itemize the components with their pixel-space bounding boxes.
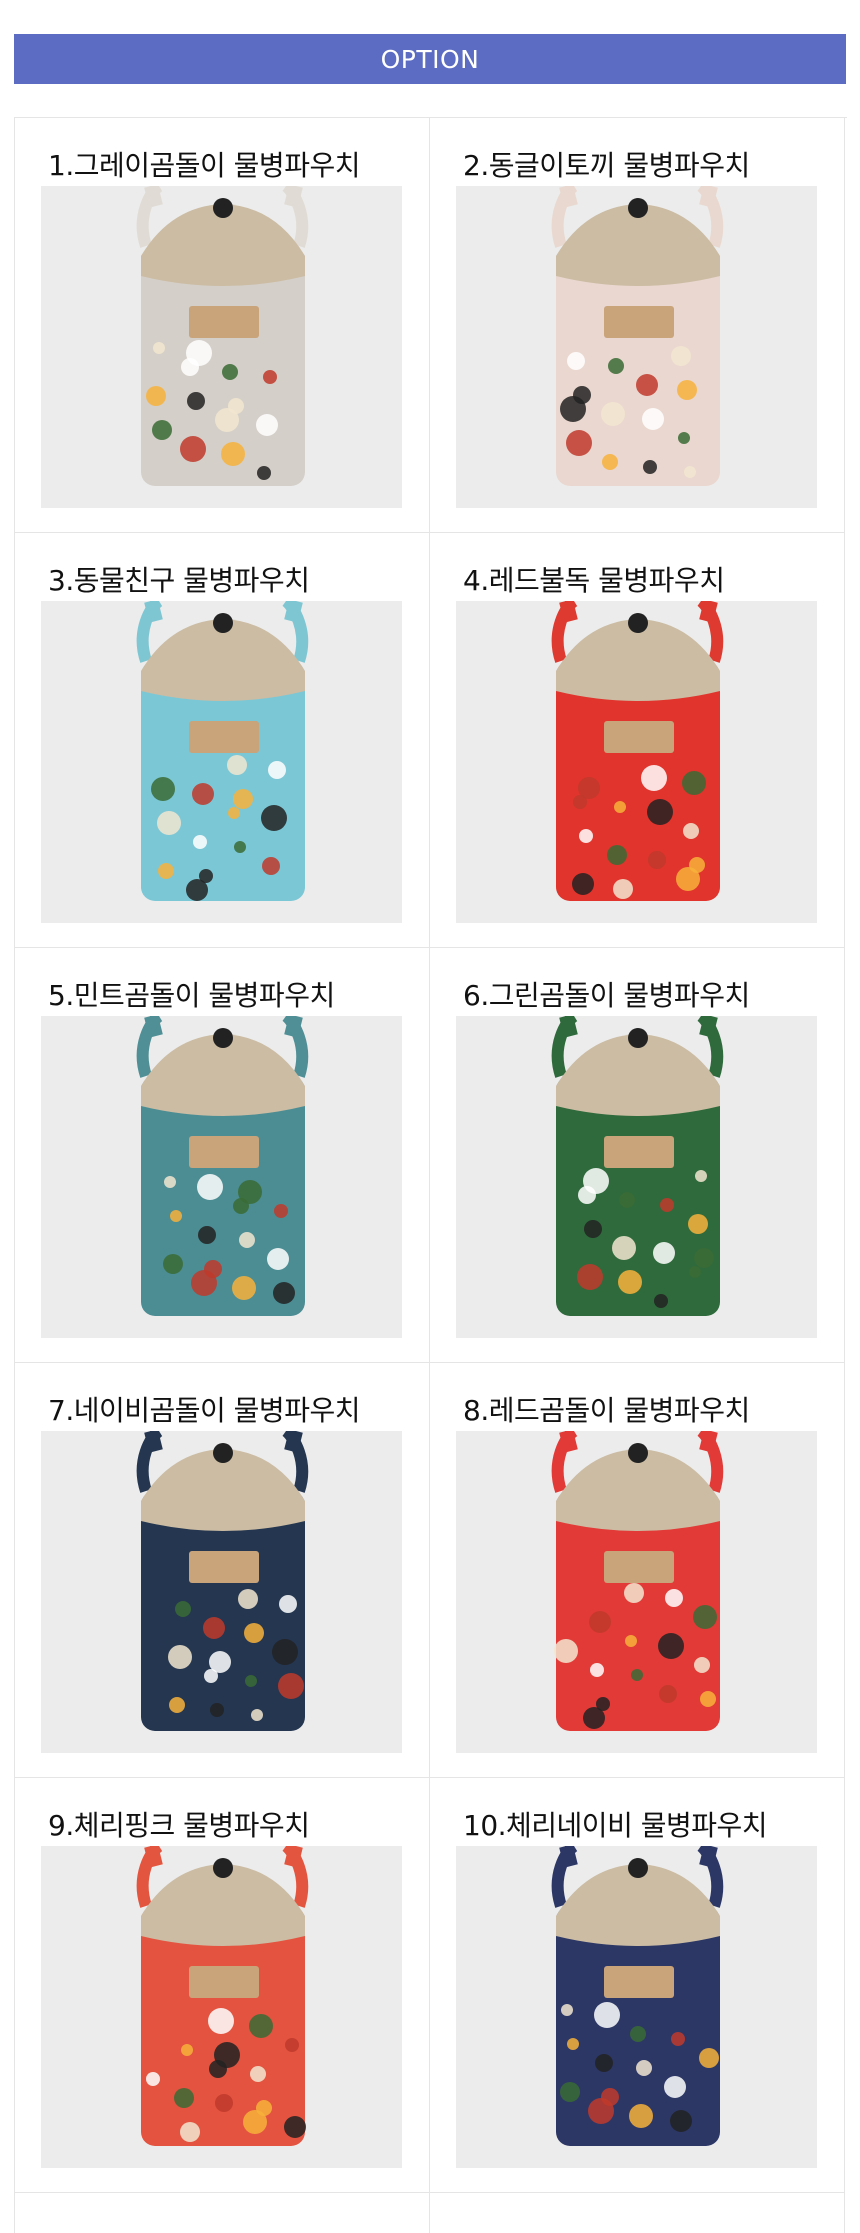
option-label: 9.체리핑크 물병파우치 — [48, 1809, 310, 1842]
option-photo[interactable] — [41, 1016, 402, 1338]
option-card-empty — [430, 2193, 845, 2233]
pouch-illustration — [41, 601, 402, 923]
option-header: OPTION — [14, 34, 846, 84]
option-card[interactable]: 9.체리핑크 물병파우치 — [15, 1778, 430, 2193]
option-photo[interactable] — [456, 1016, 817, 1338]
pouch-illustration — [456, 186, 817, 508]
option-card[interactable]: 7.네이비곰돌이 물병파우치 — [15, 1363, 430, 1778]
option-photo[interactable] — [456, 1846, 817, 2168]
option-card[interactable]: 6.그린곰돌이 물병파우치 — [430, 948, 845, 1363]
option-title: OPTION — [380, 44, 480, 74]
option-photo[interactable] — [41, 1846, 402, 2168]
option-card[interactable]: 3.동물친구 물병파우치 — [15, 533, 430, 948]
option-card[interactable]: 10.체리네이비 물병파우치 — [430, 1778, 845, 2193]
option-label: 3.동물친구 물병파우치 — [48, 564, 310, 597]
pouch-illustration — [41, 1016, 402, 1338]
option-row: 9.체리핑크 물병파우치 10.체리네이비 물병파우치 — [15, 1778, 847, 2193]
option-card[interactable]: 5.민트곰돌이 물병파우치 — [15, 948, 430, 1363]
pouch-illustration — [41, 1431, 402, 1753]
option-photo[interactable] — [41, 1431, 402, 1753]
option-label: 5.민트곰돌이 물병파우치 — [48, 979, 335, 1012]
option-row: 5.민트곰돌이 물병파우치 6.그린곰돌이 물병파우치 — [15, 948, 847, 1363]
option-row: 1.그레이곰돌이 물병파우치 2.동글이토끼 물병파우치 — [15, 118, 847, 533]
pouch-illustration — [456, 601, 817, 923]
option-row-partial — [15, 2193, 847, 2233]
option-photo[interactable] — [41, 601, 402, 923]
option-photo[interactable] — [41, 186, 402, 508]
pouch-illustration — [41, 1846, 402, 2168]
option-label: 4.레드불독 물병파우치 — [463, 564, 725, 597]
option-label: 10.체리네이비 물병파우치 — [463, 1809, 768, 1842]
option-card-empty — [15, 2193, 430, 2233]
option-card[interactable]: 2.동글이토끼 물병파우치 — [430, 118, 845, 533]
option-photo[interactable] — [456, 1431, 817, 1753]
option-label: 2.동글이토끼 물병파우치 — [463, 149, 750, 182]
option-card[interactable]: 1.그레이곰돌이 물병파우치 — [15, 118, 430, 533]
pouch-illustration — [456, 1846, 817, 2168]
option-label: 7.네이비곰돌이 물병파우치 — [48, 1394, 360, 1427]
option-label: 1.그레이곰돌이 물병파우치 — [48, 149, 360, 182]
option-row: 3.동물친구 물병파우치 4.레드불독 물병파우치 — [15, 533, 847, 948]
pouch-illustration — [41, 186, 402, 508]
pouch-illustration — [456, 1431, 817, 1753]
option-row: 7.네이비곰돌이 물병파우치 8.레드곰돌이 물병파우치 — [15, 1363, 847, 1778]
option-label: 8.레드곰돌이 물병파우치 — [463, 1394, 750, 1427]
option-photo[interactable] — [456, 186, 817, 508]
option-grid: 1.그레이곰돌이 물병파우치 2.동글이토끼 물병파우치 3.동물친구 물병파우치 4… — [14, 117, 847, 2233]
option-card[interactable]: 8.레드곰돌이 물병파우치 — [430, 1363, 845, 1778]
option-card[interactable]: 4.레드불독 물병파우치 — [430, 533, 845, 948]
option-label: 6.그린곰돌이 물병파우치 — [463, 979, 750, 1012]
option-photo[interactable] — [456, 601, 817, 923]
pouch-illustration — [456, 1016, 817, 1338]
